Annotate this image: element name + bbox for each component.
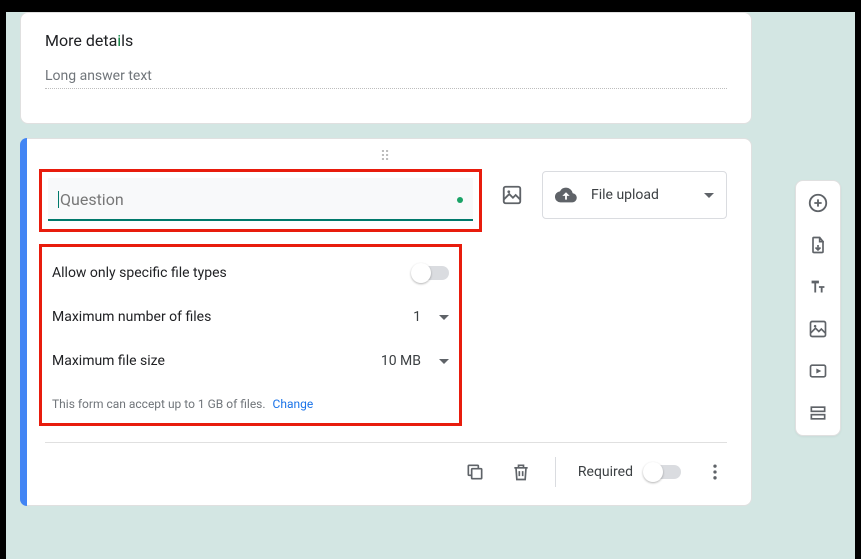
status-dot-icon [457,197,463,203]
separator [555,457,556,487]
max-size-select[interactable]: 10 MB [381,353,449,369]
file-upload-options-box: Allow only specific file types Maximum n… [39,244,462,426]
allow-specific-file-types-toggle[interactable] [413,266,449,280]
duplicate-button[interactable] [463,460,487,484]
change-storage-link[interactable]: Change [273,397,314,411]
chevron-down-icon [439,359,449,364]
add-video-button[interactable] [806,359,830,383]
side-toolbar [795,180,841,436]
required-label: Required [578,464,633,480]
long-answer-placeholder: Long answer text [45,68,727,89]
question-card-more-details: More details Long answer text [20,12,752,124]
add-image-button[interactable] [498,181,526,209]
delete-button[interactable] [509,460,533,484]
add-image-toolbar-button[interactable] [806,317,830,341]
drag-handle-icon[interactable]: ⠿ [45,149,727,165]
question-type-select[interactable]: File upload [542,171,727,219]
add-question-button[interactable] [806,191,830,215]
question-highlight-box: Question [39,169,482,232]
cloud-upload-icon [555,184,577,206]
more-options-button[interactable] [703,460,727,484]
question-input[interactable]: Question [48,178,473,221]
import-questions-button[interactable] [806,233,830,257]
divider [45,442,727,443]
question-card-active: ⠿ Question [20,138,752,506]
question-title: More details [45,31,727,50]
allow-specific-file-types-label: Allow only specific file types [52,265,227,281]
question-footer: Required [45,457,727,487]
required-toggle[interactable] [645,465,681,479]
chevron-down-icon [439,315,449,320]
chevron-down-icon [704,193,714,198]
max-files-select[interactable]: 1 [413,309,449,325]
add-section-button[interactable] [806,401,830,425]
max-files-label: Maximum number of files [52,309,211,325]
add-title-button[interactable] [806,275,830,299]
storage-hint: This form can accept up to 1 GB of files… [52,397,449,411]
question-type-label: File upload [591,187,690,203]
max-size-label: Maximum file size [52,353,165,369]
